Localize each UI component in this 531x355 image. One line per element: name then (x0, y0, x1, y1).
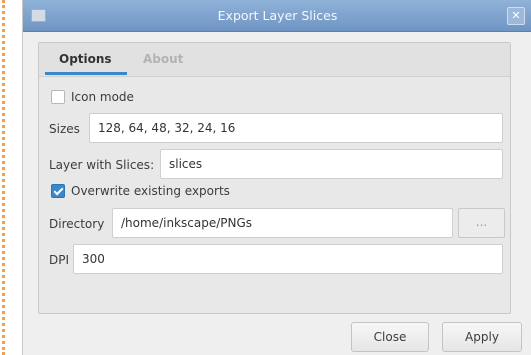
window-title: Export Layer Slices (217, 8, 338, 23)
sizes-label: Sizes (49, 122, 80, 136)
icon-mode-label: Icon mode (71, 90, 134, 104)
directory-label: Directory (49, 217, 105, 231)
tab-options[interactable]: Options (59, 52, 112, 66)
apply-button[interactable]: Apply (442, 322, 522, 352)
overwrite-label: Overwrite existing exports (71, 184, 230, 198)
overwrite-checkbox[interactable] (51, 184, 65, 198)
export-layer-slices-dialog: Export Layer Slices ✕ Options About Icon… (22, 0, 531, 355)
options-notebook: Options About Icon mode Sizes 128, 64, 4… (38, 42, 511, 314)
icon-mode-row[interactable]: Icon mode (51, 90, 134, 104)
tab-about[interactable]: About (143, 52, 183, 66)
layer-with-slices-label: Layer with Slices: (49, 158, 155, 172)
dpi-field[interactable]: 300 (73, 244, 503, 274)
sizes-field[interactable]: 128, 64, 48, 32, 24, 16 (89, 113, 503, 143)
layer-with-slices-field[interactable]: slices (160, 149, 503, 179)
icon-mode-checkbox[interactable] (51, 90, 65, 104)
overwrite-row[interactable]: Overwrite existing exports (51, 184, 230, 198)
titlebar: Export Layer Slices ✕ (23, 0, 531, 32)
close-button[interactable]: Close (351, 322, 429, 352)
selection-dotted-edge (2, 0, 5, 355)
close-icon[interactable]: ✕ (507, 7, 525, 25)
active-tab-indicator (45, 72, 127, 75)
dpi-label: DPI (49, 253, 70, 267)
browse-directory-button[interactable]: ... (458, 208, 505, 238)
directory-field[interactable]: /home/inkscape/PNGs (112, 208, 453, 238)
tab-bar: Options About (39, 43, 510, 77)
